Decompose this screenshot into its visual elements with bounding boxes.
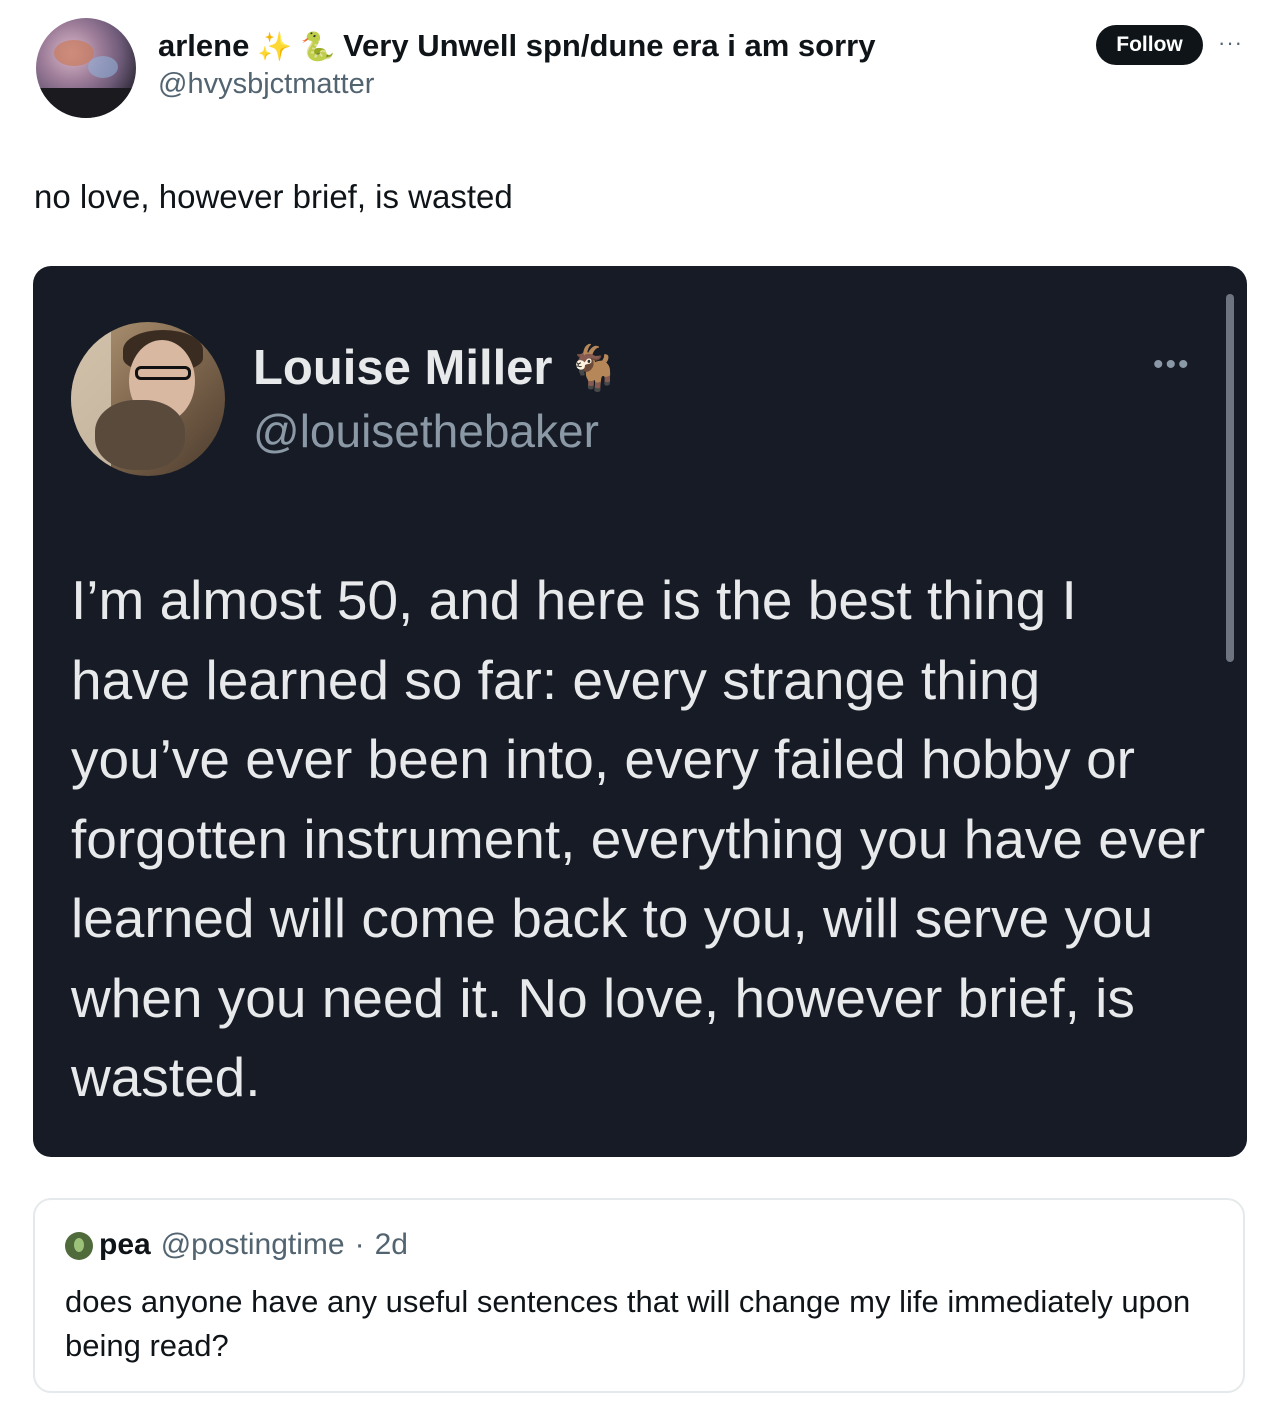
reply-text: does anyone have any useful sentences th…: [65, 1284, 1191, 1363]
follow-button[interactable]: Follow: [1096, 25, 1203, 65]
reply-avatar[interactable]: [65, 1232, 93, 1260]
quoted-tweet[interactable]: pea @postingtime · 2d does anyone have a…: [33, 1198, 1245, 1393]
reply-author-name[interactable]: pea: [99, 1228, 151, 1262]
attached-image[interactable]: Louise Miller 🐐 @louisethebaker ••• I’m …: [33, 266, 1247, 1157]
reply-meta: pea @postingtime · 2d: [99, 1228, 408, 1262]
quoted-author-name-row: Louise Miller 🐐: [253, 340, 621, 396]
image-scrollbar: [1226, 294, 1234, 662]
quoted-author-handle: @louisethebaker: [253, 405, 599, 457]
goat-icon: 🐐: [566, 344, 622, 393]
post-text: no love, however brief, is wasted: [34, 178, 513, 215]
reply-separator: ·: [354, 1228, 365, 1261]
author-display-name[interactable]: arlene: [158, 28, 249, 64]
snake-icon: 🐍: [300, 30, 336, 62]
author-display-name-suffix[interactable]: Very Unwell spn/dune era i am sorry: [343, 28, 875, 64]
quoted-author-name: Louise Miller: [253, 341, 553, 395]
reply-author-handle[interactable]: @postingtime: [161, 1228, 345, 1262]
author-name-row[interactable]: arlene ✨ 🐍 Very Unwell spn/dune era i am…: [158, 26, 875, 66]
author-handle[interactable]: @hvysbjctmatter: [158, 68, 374, 101]
sparkles-icon: ✨: [257, 30, 293, 62]
quoted-post-text: I’m almost 50, and here is the best thin…: [71, 569, 1206, 1108]
more-options-icon[interactable]: ···: [1218, 30, 1243, 56]
quoted-author-avatar: [71, 322, 225, 476]
quoted-more-icon: •••: [1153, 348, 1191, 381]
author-avatar[interactable]: [36, 18, 136, 118]
reply-timestamp[interactable]: 2d: [375, 1228, 408, 1262]
